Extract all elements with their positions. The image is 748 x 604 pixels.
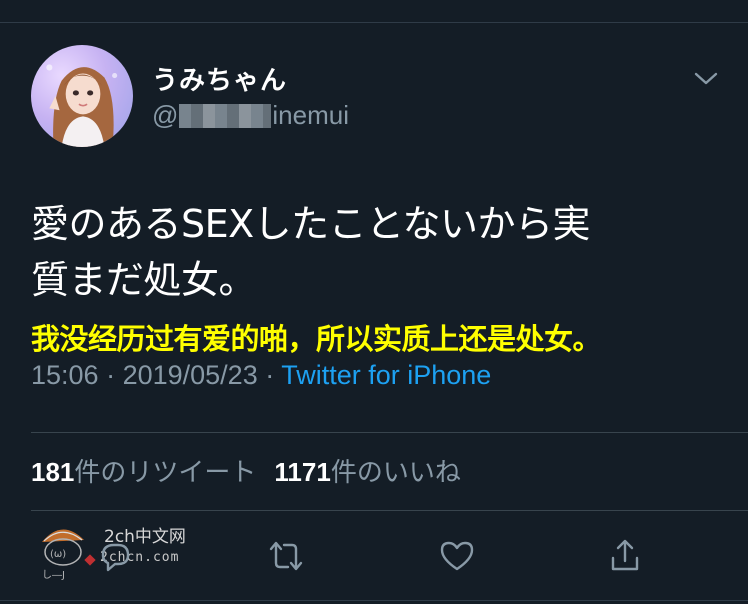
- tweet-time: 15:06: [31, 360, 99, 390]
- tweet-source-link[interactable]: Twitter for iPhone: [281, 360, 491, 390]
- tweet-date: 2019/05/23: [122, 360, 258, 390]
- avatar[interactable]: [31, 45, 133, 147]
- like-icon[interactable]: [437, 536, 477, 576]
- svg-text:(ω): (ω): [50, 549, 66, 560]
- meta-separator: ·: [257, 360, 282, 390]
- retweets-count: 181: [31, 457, 75, 487]
- display-name[interactable]: うみちゃん: [152, 60, 287, 97]
- stats-divider-bottom: [31, 510, 748, 511]
- chevron-down-icon[interactable]: [693, 70, 719, 88]
- retweets-label: 件のリツイート: [74, 458, 257, 488]
- top-divider: [0, 22, 748, 23]
- tweet-meta: 15:06 · 2019/05/23 · Twitter for iPhone: [31, 360, 491, 391]
- translation-caption: 我没经历过有爱的啪，所以实质上还是处女。: [31, 322, 602, 356]
- retweets-stat[interactable]: 181件のリツイート: [31, 457, 257, 488]
- reply-icon[interactable]: [95, 536, 135, 576]
- tweet-text-line-2: 質まだ処女。: [31, 258, 257, 302]
- engagement-stats: 181件のリツイート 1171件のいいね: [31, 452, 461, 489]
- likes-count: 1171: [274, 457, 331, 487]
- likes-label: 件のいいね: [330, 458, 461, 488]
- share-icon[interactable]: [605, 536, 645, 576]
- stats-divider-top: [31, 432, 748, 433]
- user-handle[interactable]: @ inemui: [152, 100, 349, 131]
- handle-redaction: [179, 103, 272, 128]
- avatar-image: [46, 64, 118, 147]
- bottom-divider: [0, 600, 748, 601]
- handle-visible-text: inemui: [272, 100, 349, 130]
- svg-text:し―J: し―J: [42, 569, 65, 581]
- likes-stat[interactable]: 1171件のいいね: [274, 457, 461, 488]
- meta-separator: ·: [98, 360, 123, 390]
- tweet-text-line-1: 愛のあるSEXしたことないから実: [31, 202, 591, 246]
- handle-at: @: [152, 100, 179, 130]
- retweet-icon[interactable]: [266, 536, 306, 576]
- tweet-text: 愛のあるSEXしたことないから実 質まだ処女。: [31, 196, 711, 308]
